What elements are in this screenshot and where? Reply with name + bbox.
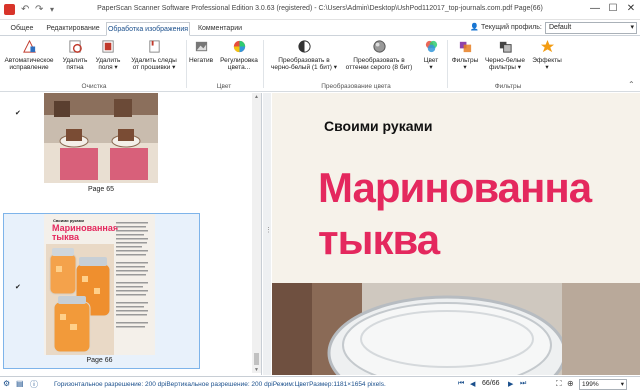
prev-page-icon[interactable]: ◀	[470, 380, 475, 388]
thumbnail-label: Page 65	[87, 186, 115, 193]
zoom-value: 199%	[582, 381, 599, 388]
zoom-icon[interactable]: ⊕	[567, 379, 574, 388]
minimize-button[interactable]: —	[588, 3, 602, 15]
tab-general[interactable]: Общее	[6, 22, 38, 36]
profile-label: Текущий профиль:	[481, 24, 542, 31]
margins-icon	[101, 40, 114, 53]
scroll-down-icon[interactable]: ▼	[254, 367, 259, 373]
thumbnail-jars-photo	[46, 244, 114, 355]
filters-button[interactable]: Фильтры ▾	[450, 39, 480, 71]
status-bar: ⚙ ▤ ⓘ Горизонтальное разрешение: 200 dpi…	[0, 376, 640, 391]
remove-spots-button[interactable]: Удалить пятна	[60, 39, 90, 71]
thumbnail-page-66[interactable]: Своими руками Маринованная тыква	[44, 214, 155, 355]
zoom-select[interactable]: 199% ▾	[579, 379, 627, 390]
spots-icon	[68, 40, 82, 53]
rgb-icon	[425, 40, 437, 53]
first-page-icon[interactable]: ⏮	[458, 380, 464, 388]
thumbnail-page-65[interactable]	[44, 93, 158, 183]
preview-jar-photo	[272, 283, 640, 375]
page-checkbox[interactable]: ✔	[15, 284, 22, 291]
close-button[interactable]: ✕	[624, 3, 638, 15]
negative-icon	[195, 41, 207, 52]
title-bar: ↶ ↷ ▾ PaperScan Scanner Software Profess…	[0, 0, 640, 20]
group-color-label: Цвет	[216, 83, 232, 90]
remove-margins-button[interactable]: Удалить поля ▾	[94, 39, 122, 71]
collapse-ribbon-icon[interactable]: ⌃	[628, 80, 635, 89]
tab-editing[interactable]: Редактирование	[42, 22, 104, 36]
thumbnail-heading: Маринованная тыква	[52, 223, 119, 242]
ribbon-separator	[447, 40, 448, 88]
staples-icon	[148, 40, 160, 53]
grayscale-icon	[372, 40, 386, 53]
chevron-down-icon: ▾	[620, 381, 624, 388]
status-text: Горизонтальное разрешение: 200 dpiВертик…	[54, 381, 386, 388]
page-checkbox[interactable]: ✔	[15, 110, 22, 117]
window-title: PaperScan Scanner Software Professional …	[97, 5, 543, 12]
group-color-transform-label: Преобразование цвета	[321, 83, 391, 90]
color-wheel-icon	[233, 40, 245, 53]
profile-icon: 👤	[470, 24, 479, 31]
maximize-button[interactable]: ☐	[606, 3, 620, 15]
thumbnail-scrollbar[interactable]	[252, 93, 261, 373]
tab-image-processing[interactable]: Обработка изображения	[106, 22, 190, 36]
bw-filters-icon	[499, 41, 512, 53]
chevron-down-icon: ▾	[630, 24, 634, 31]
ribbon-separator	[263, 40, 264, 88]
preview-kicker: Своими руками	[324, 118, 433, 134]
ribbon-tabs: Общее Редактирование Обработка изображен…	[0, 20, 640, 36]
fit-page-icon[interactable]: ⛶	[556, 379, 562, 389]
bw-circle-icon	[297, 40, 311, 53]
auto-enhance-icon	[22, 39, 36, 53]
page-indicator[interactable]: 66/66	[482, 380, 500, 387]
status-options-icon[interactable]: ⚙	[3, 379, 10, 388]
group-filters-label: Фильтры	[494, 83, 522, 90]
bw-filters-button[interactable]: Черно-белые фильтры ▾	[484, 39, 526, 71]
thumbnail-text-column	[116, 222, 148, 328]
ribbon-separator	[186, 40, 187, 88]
convert-grayscale-button[interactable]: Преобразовать в оттенки серого (8 бит)	[341, 39, 417, 71]
auto-enhance-button[interactable]: Автоматическое исправление	[4, 39, 54, 71]
profile-value: Default	[549, 24, 572, 31]
next-page-icon[interactable]: ▶	[508, 380, 513, 388]
filters-icon	[459, 41, 471, 53]
profile-select[interactable]: Default ▾	[545, 22, 637, 34]
ribbon: Автоматическое исправление Удалить пятна…	[0, 36, 640, 92]
effects-star-icon	[540, 39, 554, 53]
pane-splitter[interactable]: ⋮	[263, 93, 272, 375]
scroll-up-icon[interactable]: ▲	[254, 94, 259, 100]
scrollbar-thumb[interactable]	[254, 353, 259, 365]
last-page-icon[interactable]: ⏭	[520, 380, 526, 388]
preview-headline-line2: тыква	[318, 216, 440, 263]
convert-bw-button[interactable]: Преобразовать в черно-белый (1 бит) ▾	[268, 39, 340, 71]
group-cleanup-label: Очистка	[81, 83, 107, 90]
preview-headline-line1: Маринованна	[318, 164, 592, 211]
page-preview[interactable]: Своими руками Маринованна тыква	[272, 93, 640, 375]
thumbnail-label: Page 66	[86, 357, 113, 364]
drag-handle-icon[interactable]: ⋮	[265, 227, 272, 234]
tab-comments[interactable]: Комментарии	[194, 22, 246, 36]
remove-staples-button[interactable]: Удалить следы от прошивки ▾	[125, 39, 183, 71]
page-65-photo	[44, 93, 158, 183]
status-scan-icon[interactable]: ▤	[16, 379, 24, 388]
color-adjust-button[interactable]: Регулировка цвета...	[218, 39, 260, 71]
negative-button[interactable]: Негатив	[188, 39, 214, 64]
effects-button[interactable]: Эффекты ▾	[530, 39, 564, 71]
color-button[interactable]: Цвет ▾	[420, 39, 442, 71]
thumbnail-pane: ✔ Page 65 ✔ Своими руками Маринованная т…	[0, 93, 262, 375]
status-info-icon[interactable]: ⓘ	[30, 379, 38, 390]
